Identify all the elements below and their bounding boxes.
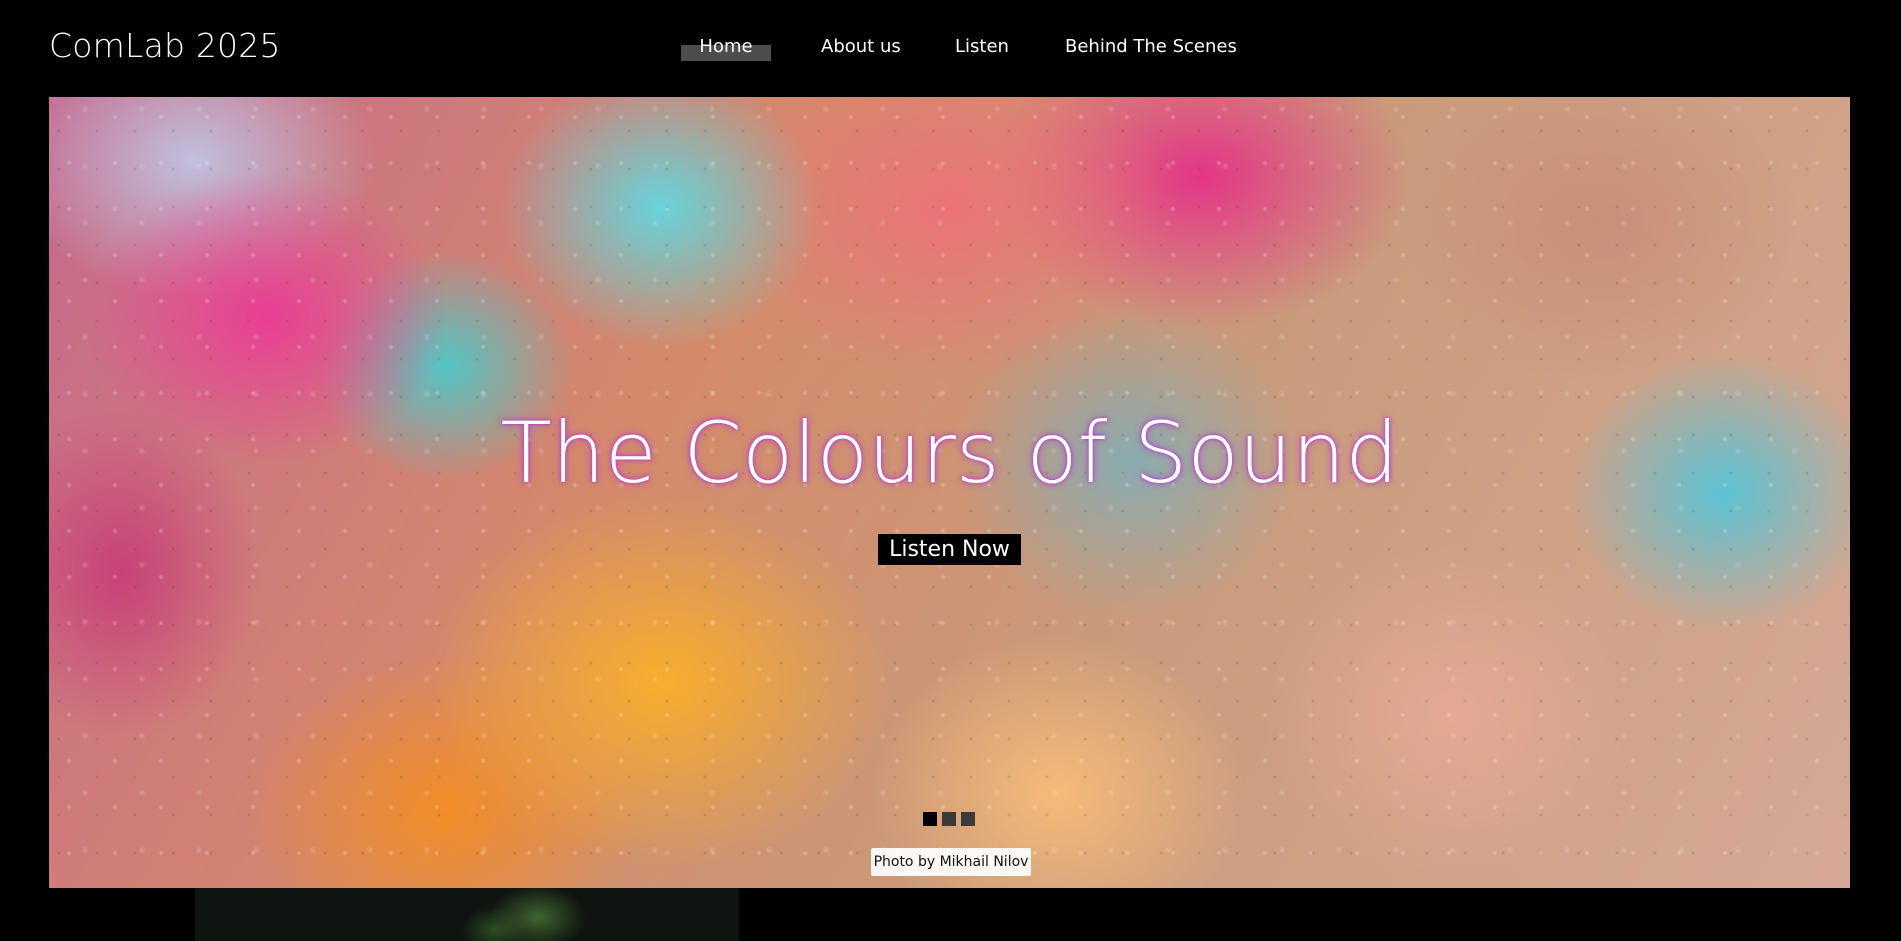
hero-title: The Colours of Sound xyxy=(500,404,1399,502)
nav-item-about-us[interactable]: About us xyxy=(821,30,901,64)
slide-dot-3[interactable] xyxy=(961,812,975,826)
nav-item-listen[interactable]: Listen xyxy=(955,30,1009,64)
site-title[interactable]: ComLab 2025 xyxy=(49,26,281,66)
listen-now-button[interactable]: Listen Now xyxy=(878,534,1021,565)
page: ComLab 2025 Home About us Listen Behind … xyxy=(0,0,1901,941)
nav-item-behind-the-scenes[interactable]: Behind The Scenes xyxy=(1065,30,1237,64)
nav-item-label: Listen xyxy=(955,36,1009,57)
slide-dot-2[interactable] xyxy=(942,812,956,826)
nav-item-label: About us xyxy=(821,36,901,57)
next-section-image xyxy=(195,888,739,941)
nav-item-label: Home xyxy=(699,36,753,57)
photo-credit: Photo by Mikhail Nilov xyxy=(871,848,1031,876)
slide-dot-1[interactable] xyxy=(923,812,937,826)
nav-item-home[interactable]: Home xyxy=(681,30,771,64)
nav-item-label: Behind The Scenes xyxy=(1065,36,1237,57)
hero-slideshow[interactable]: The Colours of Sound Listen Now Photo by… xyxy=(49,97,1850,888)
